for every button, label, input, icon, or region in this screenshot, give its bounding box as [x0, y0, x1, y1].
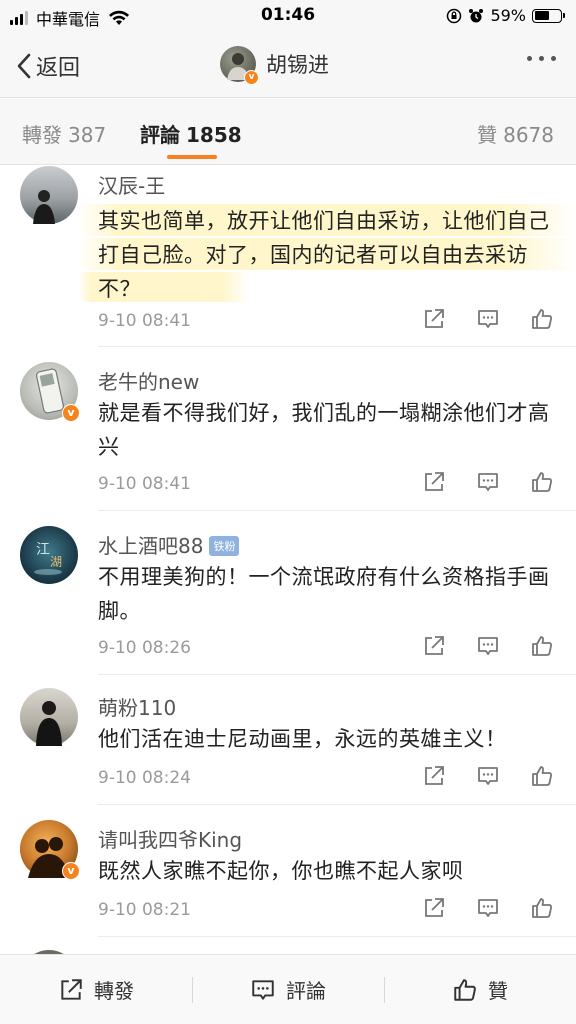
- divider: [98, 674, 576, 675]
- tab-repost[interactable]: 轉發 387: [22, 119, 106, 148]
- artwork-image: 江 湖: [34, 542, 62, 575]
- comment-icon[interactable]: [476, 896, 500, 920]
- share-icon[interactable]: [422, 896, 446, 920]
- comment-icon[interactable]: [476, 307, 500, 331]
- nav-bar: 返回 v 胡锡进: [0, 34, 576, 98]
- comment-item: v 老牛的new 就是看不得我们好，我们乱的一塌糊涂他们才高兴 9-10 08:…: [0, 362, 576, 511]
- nav-title[interactable]: v 胡锡进: [220, 46, 329, 85]
- comment-actions: [422, 470, 554, 494]
- avatar[interactable]: 江 湖: [20, 526, 78, 584]
- person-photo: [36, 701, 62, 746]
- fan-badge: 铁粉: [209, 536, 240, 556]
- back-label: 返回: [36, 56, 81, 81]
- divider: [98, 936, 576, 937]
- like-icon[interactable]: [530, 634, 554, 658]
- battery-icon: [532, 8, 565, 23]
- share-icon[interactable]: [422, 470, 446, 494]
- repost-label: 轉發: [94, 979, 134, 1003]
- divider: [98, 346, 576, 347]
- tab-like-label: 贊: [477, 123, 498, 147]
- person-photo: [33, 190, 55, 224]
- chevron-left-icon: [17, 53, 31, 79]
- divider: [98, 804, 576, 805]
- comment-text: 其实也简单，放开让他们自由采访，让他们自己打自己脸。对了，国内的记者可以自由去采…: [98, 209, 550, 301]
- tab-bar: 轉發 387 評論 1858 贊 8678: [0, 99, 576, 165]
- verified-icon: v: [62, 404, 80, 422]
- share-icon[interactable]: [422, 307, 446, 331]
- avatar[interactable]: [20, 166, 78, 224]
- like-icon[interactable]: [530, 470, 554, 494]
- like-icon[interactable]: [530, 896, 554, 920]
- avatar[interactable]: v: [20, 820, 80, 880]
- comment-icon[interactable]: [476, 470, 500, 494]
- svg-text:湖: 湖: [50, 554, 62, 569]
- comment-actions: [422, 634, 554, 658]
- tab-comment[interactable]: 評論 1858: [140, 119, 242, 148]
- comment-author[interactable]: 汉辰-王: [98, 170, 165, 199]
- back-button[interactable]: 返回: [16, 50, 80, 82]
- tab-comment-count: 1858: [186, 123, 242, 147]
- comment-actions: [422, 896, 554, 920]
- comment-text: 不用理美狗的！一个流氓政府有什么资格指手画脚。: [98, 565, 550, 623]
- comment-time: 9-10 08:24: [98, 768, 191, 788]
- comment-item: 江 湖 水上酒吧88 铁粉 不用理美狗的！一个流氓政府有什么资格指手画脚。 9-1…: [0, 526, 576, 675]
- rotation-lock-icon: [447, 8, 462, 23]
- comment-text: 他们活在迪士尼动画里，永远的英雄主义！: [98, 727, 507, 751]
- verified-icon: v: [62, 862, 80, 880]
- comment-icon: [252, 979, 274, 1000]
- comment-time: 9-10 08:41: [98, 311, 191, 331]
- share-icon[interactable]: [422, 764, 446, 788]
- comment-actions: [422, 307, 554, 331]
- tab-like-count: 8678: [503, 123, 554, 147]
- like-icon[interactable]: [530, 307, 554, 331]
- repost-button[interactable]: 轉發: [0, 955, 192, 1024]
- comment-text: 就是看不得我们好，我们乱的一塌糊涂他们才高兴: [98, 401, 550, 459]
- comment-icon[interactable]: [476, 634, 500, 658]
- comment-item: 汉辰-王 其实也简单，放开让他们自由采访，让他们自己打自己脸。对了，国内的记者可…: [0, 166, 576, 347]
- bottom-toolbar: 轉發 評論 贊: [0, 954, 576, 1024]
- avatar[interactable]: [20, 688, 78, 746]
- like-icon: [454, 978, 476, 1001]
- tab-repost-count: 387: [68, 123, 107, 147]
- active-tab-indicator: [167, 155, 217, 159]
- tab-like[interactable]: 贊 8678: [477, 119, 554, 148]
- comment-author[interactable]: 老牛的new: [98, 366, 199, 395]
- like-label: 贊: [488, 979, 508, 1003]
- comment-text: 既然人家瞧不起你，你也瞧不起人家呗: [98, 859, 464, 883]
- tab-repost-label: 轉發: [22, 123, 62, 147]
- comment-icon[interactable]: [476, 764, 500, 788]
- comment-list[interactable]: 汉辰-王 其实也简单，放开让他们自由采访，让他们自己打自己脸。对了，国内的记者可…: [0, 166, 576, 954]
- comment-actions: [422, 764, 554, 788]
- comment-author[interactable]: 请叫我四爷King: [98, 824, 242, 853]
- comment-item: 萌粉110 他们活在迪士尼动画里，永远的英雄主义！ 9-10 08:24: [0, 688, 576, 805]
- status-right: 59%: [446, 6, 565, 25]
- comment-author-name: 水上酒吧88: [98, 534, 204, 558]
- comment-time: 9-10 08:26: [98, 638, 191, 658]
- alarm-icon: [469, 8, 484, 22]
- more-options-button[interactable]: [527, 56, 556, 61]
- battery-percent: 59%: [490, 6, 526, 25]
- comment-item: v 请叫我四爷King 既然人家瞧不起你，你也瞧不起人家呗 9-10 08:21: [0, 820, 576, 937]
- comment-button[interactable]: 評論: [192, 955, 384, 1024]
- status-bar: 中華電信 01:46 59%: [0, 0, 576, 34]
- comment-label: 評論: [286, 979, 326, 1003]
- comment-time: 9-10 08:21: [98, 900, 191, 920]
- divider: [98, 510, 576, 511]
- comment-time: 9-10 08:41: [98, 474, 191, 494]
- svg-text:江: 江: [36, 542, 50, 558]
- page-title: 胡锡进: [266, 53, 329, 77]
- avatar[interactable]: v: [20, 362, 80, 422]
- share-icon[interactable]: [422, 634, 446, 658]
- avatar[interactable]: v: [220, 46, 259, 85]
- comment-author[interactable]: 水上酒吧88 铁粉: [98, 530, 240, 559]
- like-button[interactable]: 贊: [384, 955, 576, 1024]
- share-icon: [61, 978, 82, 1000]
- comment-author[interactable]: 萌粉110: [98, 692, 176, 721]
- like-icon[interactable]: [530, 764, 554, 788]
- verified-icon: v: [244, 70, 259, 85]
- tab-comment-label: 評論: [140, 123, 180, 147]
